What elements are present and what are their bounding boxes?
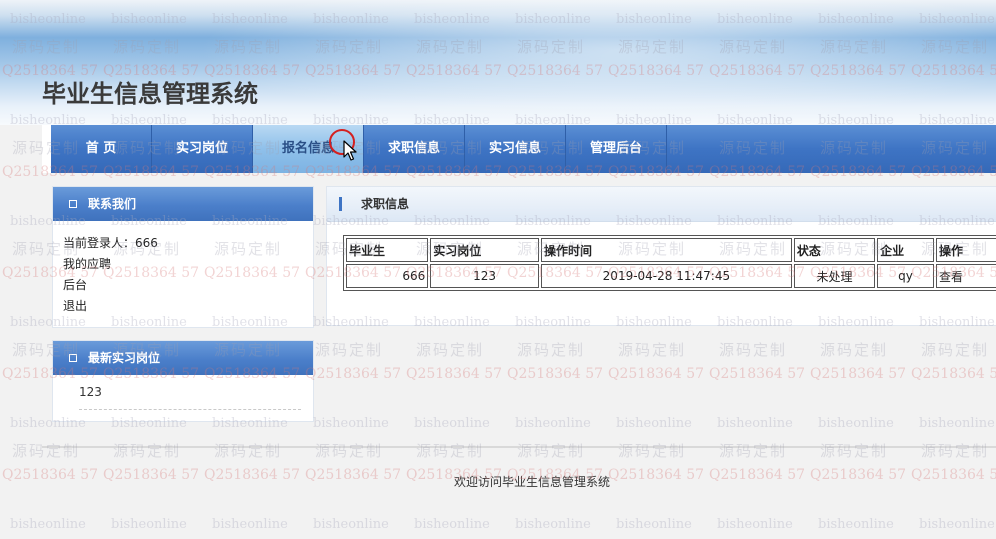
watermark-site: bisheonline: [515, 517, 591, 532]
column-header-status: 状态: [793, 238, 876, 262]
cell-time: 2019-04-28 11:47:45: [540, 264, 792, 288]
watermark-slogan: 源码定制: [618, 341, 687, 359]
table-row: 666 123 2019-04-28 11:47:45 未处理 qy 查看: [346, 264, 996, 288]
column-header-time: 操作时间: [540, 238, 792, 262]
job-info-panel: 求职信息 毕业生 实习岗位 操作时间 状态 企业 操作 666 123 2019…: [326, 186, 996, 326]
watermark-qq: Q2518364 57: [911, 366, 996, 382]
column-header-action: 操作: [935, 238, 996, 262]
job-info-header: 求职信息: [327, 187, 996, 222]
watermark-slogan: 源码定制: [719, 442, 788, 460]
watermark-slogan: 源码定制: [12, 442, 81, 460]
watermark-site: bisheonline: [414, 416, 490, 431]
watermark-slogan: 源码定制: [315, 442, 384, 460]
header-accent-bar: [339, 197, 342, 211]
nav-item-internships[interactable]: 实习岗位: [152, 125, 253, 173]
watermark-site: bisheonline: [515, 416, 591, 431]
footer-divider: [42, 446, 996, 448]
nav-item-job-seeking[interactable]: 求职信息: [364, 125, 465, 173]
latest-internships-panel: 最新实习岗位 123: [52, 340, 314, 422]
mouse-pointer-icon: [343, 140, 357, 161]
latest-panel-title: 最新实习岗位: [88, 351, 161, 365]
watermark-site: bisheonline: [313, 416, 389, 431]
logout-link[interactable]: 退出: [63, 296, 313, 317]
watermark-slogan: 源码定制: [820, 341, 889, 359]
watermark-qq: Q2518364 57: [305, 366, 402, 382]
watermark-slogan: 源码定制: [921, 341, 990, 359]
footer-text: 欢迎访问毕业生信息管理系统: [453, 475, 610, 489]
main-nav: 首 页 实习岗位 报名信息 求职信息 实习信息 管理后台: [42, 125, 996, 173]
square-bullet-icon: [69, 354, 77, 362]
watermark-site: bisheonline: [616, 416, 692, 431]
watermark-slogan: 源码定制: [618, 442, 687, 460]
watermark-site: bisheonline: [212, 517, 288, 532]
watermark-site: bisheonline: [111, 517, 187, 532]
cell-company: qy: [877, 264, 934, 288]
site-title: 毕业生信息管理系统: [42, 80, 258, 108]
watermark-site: bisheonline: [717, 517, 793, 532]
watermark-slogan: 源码定制: [214, 442, 283, 460]
contact-panel-title: 联系我们: [88, 197, 137, 211]
watermark-site: bisheonline: [818, 517, 894, 532]
watermark-qq: Q2518364 57: [709, 366, 806, 382]
square-bullet-icon: [69, 200, 77, 208]
watermark-site: bisheonline: [313, 517, 389, 532]
watermark-slogan: 源码定制: [517, 341, 586, 359]
nav-item-home[interactable]: 首 页: [51, 125, 152, 173]
column-header-company: 企业: [877, 238, 934, 262]
my-applications-link[interactable]: 我的应聘: [63, 254, 313, 275]
watermark-qq: Q2518364 57: [507, 366, 604, 382]
watermark-slogan: 源码定制: [820, 442, 889, 460]
view-link[interactable]: 查看: [935, 264, 996, 288]
watermark-slogan: 源码定制: [921, 442, 990, 460]
cell-status: 未处理: [793, 264, 876, 288]
current-user-label: 当前登录人：666: [63, 236, 158, 250]
watermark-slogan: 源码定制: [719, 341, 788, 359]
watermark-slogan: 源码定制: [416, 442, 485, 460]
watermark-site: bisheonline: [717, 416, 793, 431]
watermark-qq: Q2518364 57: [810, 366, 907, 382]
dashed-divider: [79, 409, 301, 410]
watermark-site: bisheonline: [818, 416, 894, 431]
contact-panel-header: 联系我们: [53, 187, 313, 221]
watermark-site: bisheonline: [919, 517, 995, 532]
watermark-site: bisheonline: [616, 517, 692, 532]
watermark-slogan: 源码定制: [113, 442, 182, 460]
job-info-table: 毕业生 实习岗位 操作时间 状态 企业 操作 666 123 2019-04-2…: [343, 235, 996, 291]
latest-panel-header: 最新实习岗位: [53, 341, 313, 375]
nav-item-admin[interactable]: 管理后台: [566, 125, 667, 173]
table-header-row: 毕业生 实习岗位 操作时间 状态 企业 操作: [346, 238, 996, 262]
column-header-graduate: 毕业生: [346, 238, 429, 262]
cell-graduate: 666: [346, 264, 429, 288]
nav-item-internship-info[interactable]: 实习信息: [465, 125, 566, 173]
watermark-site: bisheonline: [919, 416, 995, 431]
watermark-slogan: 源码定制: [416, 341, 485, 359]
watermark-site: bisheonline: [414, 517, 490, 532]
latest-internship-item[interactable]: 123: [79, 385, 313, 399]
watermark-qq: Q2518364 57: [608, 366, 705, 382]
watermark-slogan: 源码定制: [517, 442, 586, 460]
contact-panel: 联系我们 当前登录人：666 我的应聘 后台 退出: [52, 186, 314, 328]
watermark-site: bisheonline: [10, 517, 86, 532]
cell-position: 123: [430, 264, 539, 288]
watermark-qq: Q2518364 57: [406, 366, 503, 382]
backend-link[interactable]: 后台: [63, 275, 313, 296]
job-info-title: 求职信息: [361, 197, 410, 211]
watermark-slogan: 源码定制: [315, 341, 384, 359]
nav-filler: [667, 125, 996, 173]
column-header-position: 实习岗位: [430, 238, 539, 262]
